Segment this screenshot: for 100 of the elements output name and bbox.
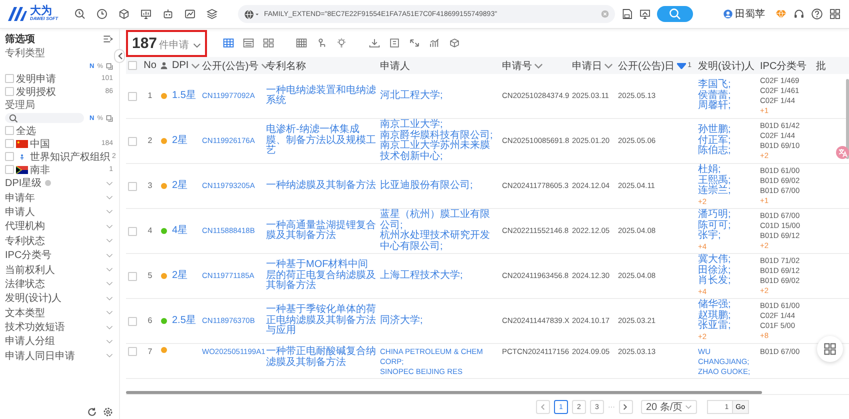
filter-group[interactable]: 申请人同日申请: [5, 348, 75, 363]
patent-title-link[interactable]: 一种基于MOF材料中间层的荷正电复合纳滤膜及其制备方法: [266, 260, 376, 292]
filter-group[interactable]: IPC分类号: [5, 248, 52, 262]
settings-icon[interactable]: [103, 407, 113, 417]
headset-icon[interactable]: [793, 8, 805, 20]
filter-group[interactable]: 文本类型: [5, 306, 45, 320]
filter-group[interactable]: 发明(设计)人: [5, 291, 62, 306]
checkbox[interactable]: [5, 74, 14, 83]
filter-group[interactable]: 当前权利人: [5, 262, 55, 277]
search-history-icon[interactable]: [74, 8, 86, 20]
list-view-icon[interactable]: [243, 38, 254, 48]
inventor-link[interactable]: 陈伯志;: [698, 146, 731, 157]
tree-icon[interactable]: [316, 38, 328, 48]
row-checkbox[interactable]: [128, 347, 137, 356]
table-view-icon[interactable]: [223, 38, 234, 48]
chevron-down-icon[interactable]: [106, 324, 113, 330]
inventor-link[interactable]: 肖长发;: [698, 276, 731, 287]
column-header[interactable]: 申请日: [572, 58, 602, 72]
globe-dropdown-icon[interactable]: [244, 8, 260, 20]
filter-group[interactable]: 申请人分组: [5, 334, 55, 348]
clear-icon[interactable]: [601, 10, 609, 18]
chevron-down-icon[interactable]: [106, 296, 113, 301]
row-checkbox[interactable]: [128, 272, 137, 280]
robot-icon[interactable]: [162, 8, 174, 20]
apps-button[interactable]: [817, 336, 843, 362]
row-checkbox[interactable]: [128, 316, 137, 326]
horizontal-scrollbar[interactable]: [126, 391, 762, 394]
applicant-link[interactable]: 上海工程技术大学;: [380, 270, 463, 282]
filter-option[interactable]: 发明申请: [16, 72, 100, 86]
filter-group[interactable]: DPI星级: [5, 176, 42, 190]
help-icon[interactable]: [811, 8, 823, 20]
filter-search-field[interactable]: [5, 113, 84, 123]
copy-icon[interactable]: [106, 62, 113, 70]
inventor-link[interactable]: 付正军;: [698, 136, 731, 146]
column-header[interactable]: 申请号: [502, 58, 532, 72]
info-icon[interactable]: [44, 180, 51, 186]
checkbox[interactable]: [5, 139, 14, 148]
dpi-rating[interactable]: 4星: [172, 226, 188, 236]
inventor-link[interactable]: 冀大伟;: [698, 255, 731, 266]
patent-title-link[interactable]: 电渗析-纳滤一体集成膜、制备方法以及规模工艺: [266, 125, 376, 157]
applicant-link[interactable]: 比亚迪股份有限公司;: [380, 180, 473, 192]
chevron-down-icon[interactable]: [106, 195, 113, 200]
patent-title-link[interactable]: 一种基于季铵化单体的荷正电纳滤膜及其制备方法与应用: [266, 305, 376, 337]
cube-icon[interactable]: [118, 8, 130, 20]
sort-caret-icon[interactable]: [676, 62, 686, 68]
chevron-down-icon[interactable]: [106, 267, 113, 272]
row-checkbox[interactable]: [128, 226, 137, 236]
user-name[interactable]: 田蜀苹: [735, 7, 765, 21]
chevron-down-icon[interactable]: [106, 252, 113, 258]
column-header[interactable]: 公开(公告)日: [618, 58, 675, 72]
column-header[interactable]: 公开(公告)号: [202, 58, 259, 72]
page-size-select[interactable]: 20 条/页: [640, 400, 697, 414]
inventor-link[interactable]: 李国飞;: [698, 80, 731, 91]
select-all-checkbox[interactable]: [128, 61, 137, 70]
cube-icon[interactable]: [449, 38, 460, 48]
patent-title-link[interactable]: 一种带正电耐酸碱复合纳滤膜及其制备方法: [266, 347, 376, 368]
apps-grid-icon[interactable]: [829, 8, 841, 20]
inventor-link[interactable]: 张亚雷;: [698, 321, 731, 332]
inventor-link[interactable]: 储华强;: [698, 300, 731, 311]
filter-settings-icon[interactable]: [103, 34, 113, 44]
previous-page-button[interactable]: [536, 400, 550, 414]
bar-chart-icon[interactable]: [429, 38, 440, 48]
diamond-icon[interactable]: [775, 8, 787, 20]
download-icon[interactable]: [369, 38, 380, 48]
card-view-icon[interactable]: [296, 38, 308, 48]
search-button[interactable]: [657, 6, 693, 22]
filter-option[interactable]: 南非: [30, 162, 108, 176]
filter-group[interactable]: 代理机构: [5, 219, 45, 234]
translate-button[interactable]: [836, 146, 849, 159]
row-checkbox[interactable]: [128, 136, 137, 146]
chevron-down-icon[interactable]: [106, 238, 113, 244]
chevron-down-icon[interactable]: [106, 209, 113, 214]
chevron-down-icon[interactable]: [106, 353, 113, 358]
filter-option[interactable]: 全选: [16, 124, 113, 138]
checkbox[interactable]: [5, 152, 14, 161]
inventor-link[interactable]: 潘巧明;: [698, 210, 731, 221]
dpi-rating[interactable]: 2星: [172, 270, 188, 282]
inventor-link[interactable]: 孙世鹏;: [698, 125, 731, 136]
grid-view-icon[interactable]: [263, 38, 274, 48]
applicant-link[interactable]: 蓝星（杭州）膜工业有限公司;: [380, 210, 498, 231]
filter-group[interactable]: 申请年: [5, 190, 35, 205]
chevron-down-icon[interactable]: [106, 180, 113, 186]
monitor-icon[interactable]: [140, 8, 152, 20]
chevron-down-icon[interactable]: [106, 281, 113, 286]
applicant-link[interactable]: 同济大学;: [380, 316, 423, 326]
dpi-rating[interactable]: 1.5星: [172, 90, 196, 102]
result-count-dropdown[interactable]: 187 件申请: [126, 30, 208, 56]
user-avatar-icon[interactable]: [723, 9, 733, 19]
filter-option[interactable]: 中国: [30, 136, 100, 150]
patent-title-link[interactable]: 一种纳滤膜及其制备方法: [266, 180, 376, 192]
chevron-down-icon[interactable]: [106, 310, 113, 316]
patent-title-link[interactable]: 一种高通量盐湖提锂复合膜及其制备方法: [266, 220, 376, 242]
layers-icon[interactable]: [206, 8, 218, 20]
vertical-scrollbar[interactable]: [846, 79, 849, 159]
next-page-button[interactable]: [618, 400, 633, 414]
lightbulb-icon[interactable]: [336, 38, 348, 48]
clock-icon[interactable]: [96, 8, 108, 20]
checkbox[interactable]: [5, 126, 14, 135]
export-icon[interactable]: [389, 38, 400, 48]
chart-icon[interactable]: [184, 8, 196, 20]
